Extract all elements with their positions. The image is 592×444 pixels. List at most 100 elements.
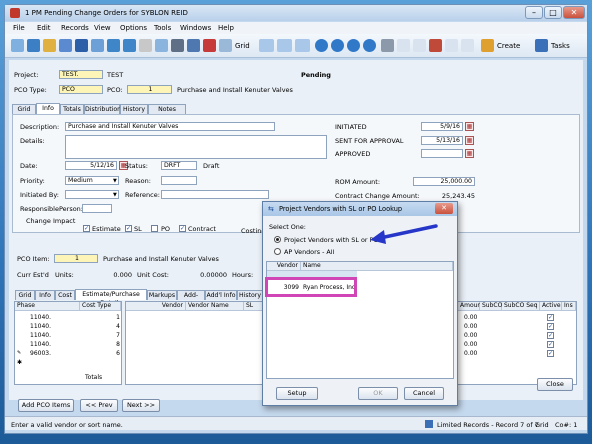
next-button[interactable]: Next >> xyxy=(122,399,160,412)
approved-calendar-icon[interactable]: ▦ xyxy=(465,149,474,158)
po-checkbox[interactable] xyxy=(151,225,158,232)
tab-notes[interactable]: Notes xyxy=(148,104,186,114)
bottom-tab-add-ons[interactable]: Add-Ons xyxy=(177,290,205,308)
tab-grid[interactable]: Grid xyxy=(12,104,36,114)
add-pco-items-button[interactable]: Add PCO Items xyxy=(18,399,74,412)
sent-for-approval-field[interactable]: 5/13/16 xyxy=(421,136,463,145)
amount-cell[interactable]: 0.00 xyxy=(464,349,477,358)
active-checkbox[interactable]: ✓ xyxy=(547,341,554,348)
estimate-checkbox[interactable]: ✓ xyxy=(83,225,90,232)
minimize-button[interactable]: – xyxy=(525,6,543,19)
cost-type-cell[interactable]: 1 xyxy=(80,313,120,322)
initiated-calendar-icon[interactable]: ▦ xyxy=(465,122,474,131)
rom-amount-field[interactable]: 25,000.00 xyxy=(413,177,475,186)
project-field[interactable]: TEST. xyxy=(59,70,103,79)
active-checkbox[interactable]: ✓ xyxy=(547,323,554,330)
cancel-button[interactable]: Cancel xyxy=(404,387,444,400)
spell-check-icon[interactable] xyxy=(187,39,200,52)
tools-icon[interactable] xyxy=(381,39,394,52)
edit-icon[interactable] xyxy=(91,39,104,52)
active-column-header[interactable]: Active xyxy=(540,302,562,311)
amount-column-header[interactable]: Amount xyxy=(458,302,484,311)
tab-totals[interactable]: Totals xyxy=(60,104,84,114)
grid-view-icon[interactable] xyxy=(277,39,292,52)
sl-checkbox[interactable]: ✓ xyxy=(125,225,132,232)
tab-info[interactable]: Info xyxy=(36,103,60,114)
tab-history[interactable]: History xyxy=(120,104,148,114)
status-field[interactable]: DRFT xyxy=(161,161,197,170)
bottom-tab-markups[interactable]: Markups xyxy=(147,290,177,300)
active-checkbox[interactable]: ✓ xyxy=(547,314,554,321)
option-project-vendors-label[interactable]: Project Vendors with SL or PO xyxy=(284,236,378,244)
ok-button[interactable]: OK xyxy=(358,387,398,400)
prev-button[interactable]: << Prev xyxy=(80,399,118,412)
option-ap-vendors-radio[interactable] xyxy=(274,248,281,255)
approved-field[interactable] xyxy=(421,149,463,158)
tab-distribution[interactable]: Distribution xyxy=(84,104,121,114)
first-record-icon[interactable] xyxy=(315,39,328,52)
phase-cell[interactable]: 11040. xyxy=(30,340,51,349)
pco-field[interactable]: 1 xyxy=(127,85,172,94)
ins-column-header[interactable]: Ins xyxy=(562,302,576,311)
phase-column-header[interactable]: Phase xyxy=(15,302,80,311)
next-record-icon[interactable] xyxy=(347,39,360,52)
reason-field[interactable] xyxy=(161,176,197,185)
tasks-icon[interactable] xyxy=(535,39,548,52)
bottom-tab-addl-info[interactable]: Add'l Info xyxy=(205,290,237,300)
pco-item-field[interactable]: 1 xyxy=(54,254,98,263)
vendor-col-header[interactable]: Vendor xyxy=(267,262,301,271)
previous-record-icon[interactable] xyxy=(331,39,344,52)
subco-column-header[interactable]: SubCO xyxy=(480,302,502,311)
details-field[interactable] xyxy=(65,135,327,159)
cut-icon[interactable] xyxy=(139,39,152,52)
tasks-menu[interactable]: Tasks xyxy=(551,42,570,50)
redo-icon[interactable] xyxy=(123,39,136,52)
document-icon[interactable] xyxy=(397,39,410,52)
menu-options[interactable]: Options xyxy=(120,24,147,32)
active-checkbox[interactable]: ✓ xyxy=(547,332,554,339)
copy-icon[interactable] xyxy=(59,39,72,52)
grid-toolbar-label[interactable]: Grid xyxy=(235,42,250,50)
cost-type-cell[interactable]: 4 xyxy=(80,322,120,331)
vendor-column-header[interactable]: Vendor xyxy=(126,302,186,311)
attach-icon[interactable] xyxy=(171,39,184,52)
reference-field[interactable] xyxy=(161,190,269,199)
menu-tools[interactable]: Tools xyxy=(154,24,171,32)
menu-help[interactable]: Help xyxy=(218,24,234,32)
open-folder-icon[interactable] xyxy=(43,39,56,52)
initiated-field[interactable]: 5/9/16 xyxy=(421,122,463,131)
pco-type-field[interactable]: PCO xyxy=(59,85,103,94)
last-record-icon[interactable] xyxy=(363,39,376,52)
setup-button[interactable]: Setup xyxy=(276,387,318,400)
active-checkbox[interactable]: ✓ xyxy=(547,350,554,357)
amount-cell[interactable]: 0.00 xyxy=(464,331,477,340)
phase-cell[interactable]: 11040. xyxy=(30,322,51,331)
priority-chevron-down-icon[interactable]: ▼ xyxy=(113,178,117,184)
bottom-tab-info[interactable]: Info xyxy=(35,290,55,300)
cost-type-cell[interactable]: 7 xyxy=(80,331,120,340)
bottom-tab-estimate-purchase[interactable]: Estimate/Purchase Details xyxy=(75,289,147,307)
option-project-vendors-radio[interactable] xyxy=(274,236,281,243)
form-view-icon[interactable] xyxy=(259,39,274,52)
amount-cell[interactable]: 0.00 xyxy=(464,322,477,331)
vendor-name-column-header[interactable]: Vendor Name xyxy=(186,302,244,311)
split-view-icon[interactable] xyxy=(295,39,310,52)
name-col-header[interactable]: Name xyxy=(301,262,453,271)
bottom-tab-history[interactable]: History xyxy=(237,290,263,300)
cost-type-cell[interactable]: 6 xyxy=(80,349,120,358)
description-field[interactable]: Purchase and Install Kenuter Valves xyxy=(65,122,275,131)
menu-file[interactable]: File xyxy=(13,24,25,32)
delete-icon[interactable] xyxy=(203,39,216,52)
amount-cell[interactable]: 0.00 xyxy=(464,313,477,322)
save-icon[interactable] xyxy=(75,39,88,52)
cost-type-cell[interactable]: 8 xyxy=(80,340,120,349)
phase-cell[interactable]: 11040. xyxy=(30,331,51,340)
phase-cell[interactable]: 96003. xyxy=(30,349,51,358)
menu-view[interactable]: View xyxy=(94,24,111,32)
amount-cell[interactable]: 0.00 xyxy=(464,340,477,349)
link-icon[interactable] xyxy=(27,39,40,52)
paste-icon[interactable] xyxy=(155,39,168,52)
menu-edit[interactable]: Edit xyxy=(37,24,51,32)
maximize-button[interactable]: □ xyxy=(544,6,562,19)
phase-cell[interactable]: 11040. xyxy=(30,313,51,322)
